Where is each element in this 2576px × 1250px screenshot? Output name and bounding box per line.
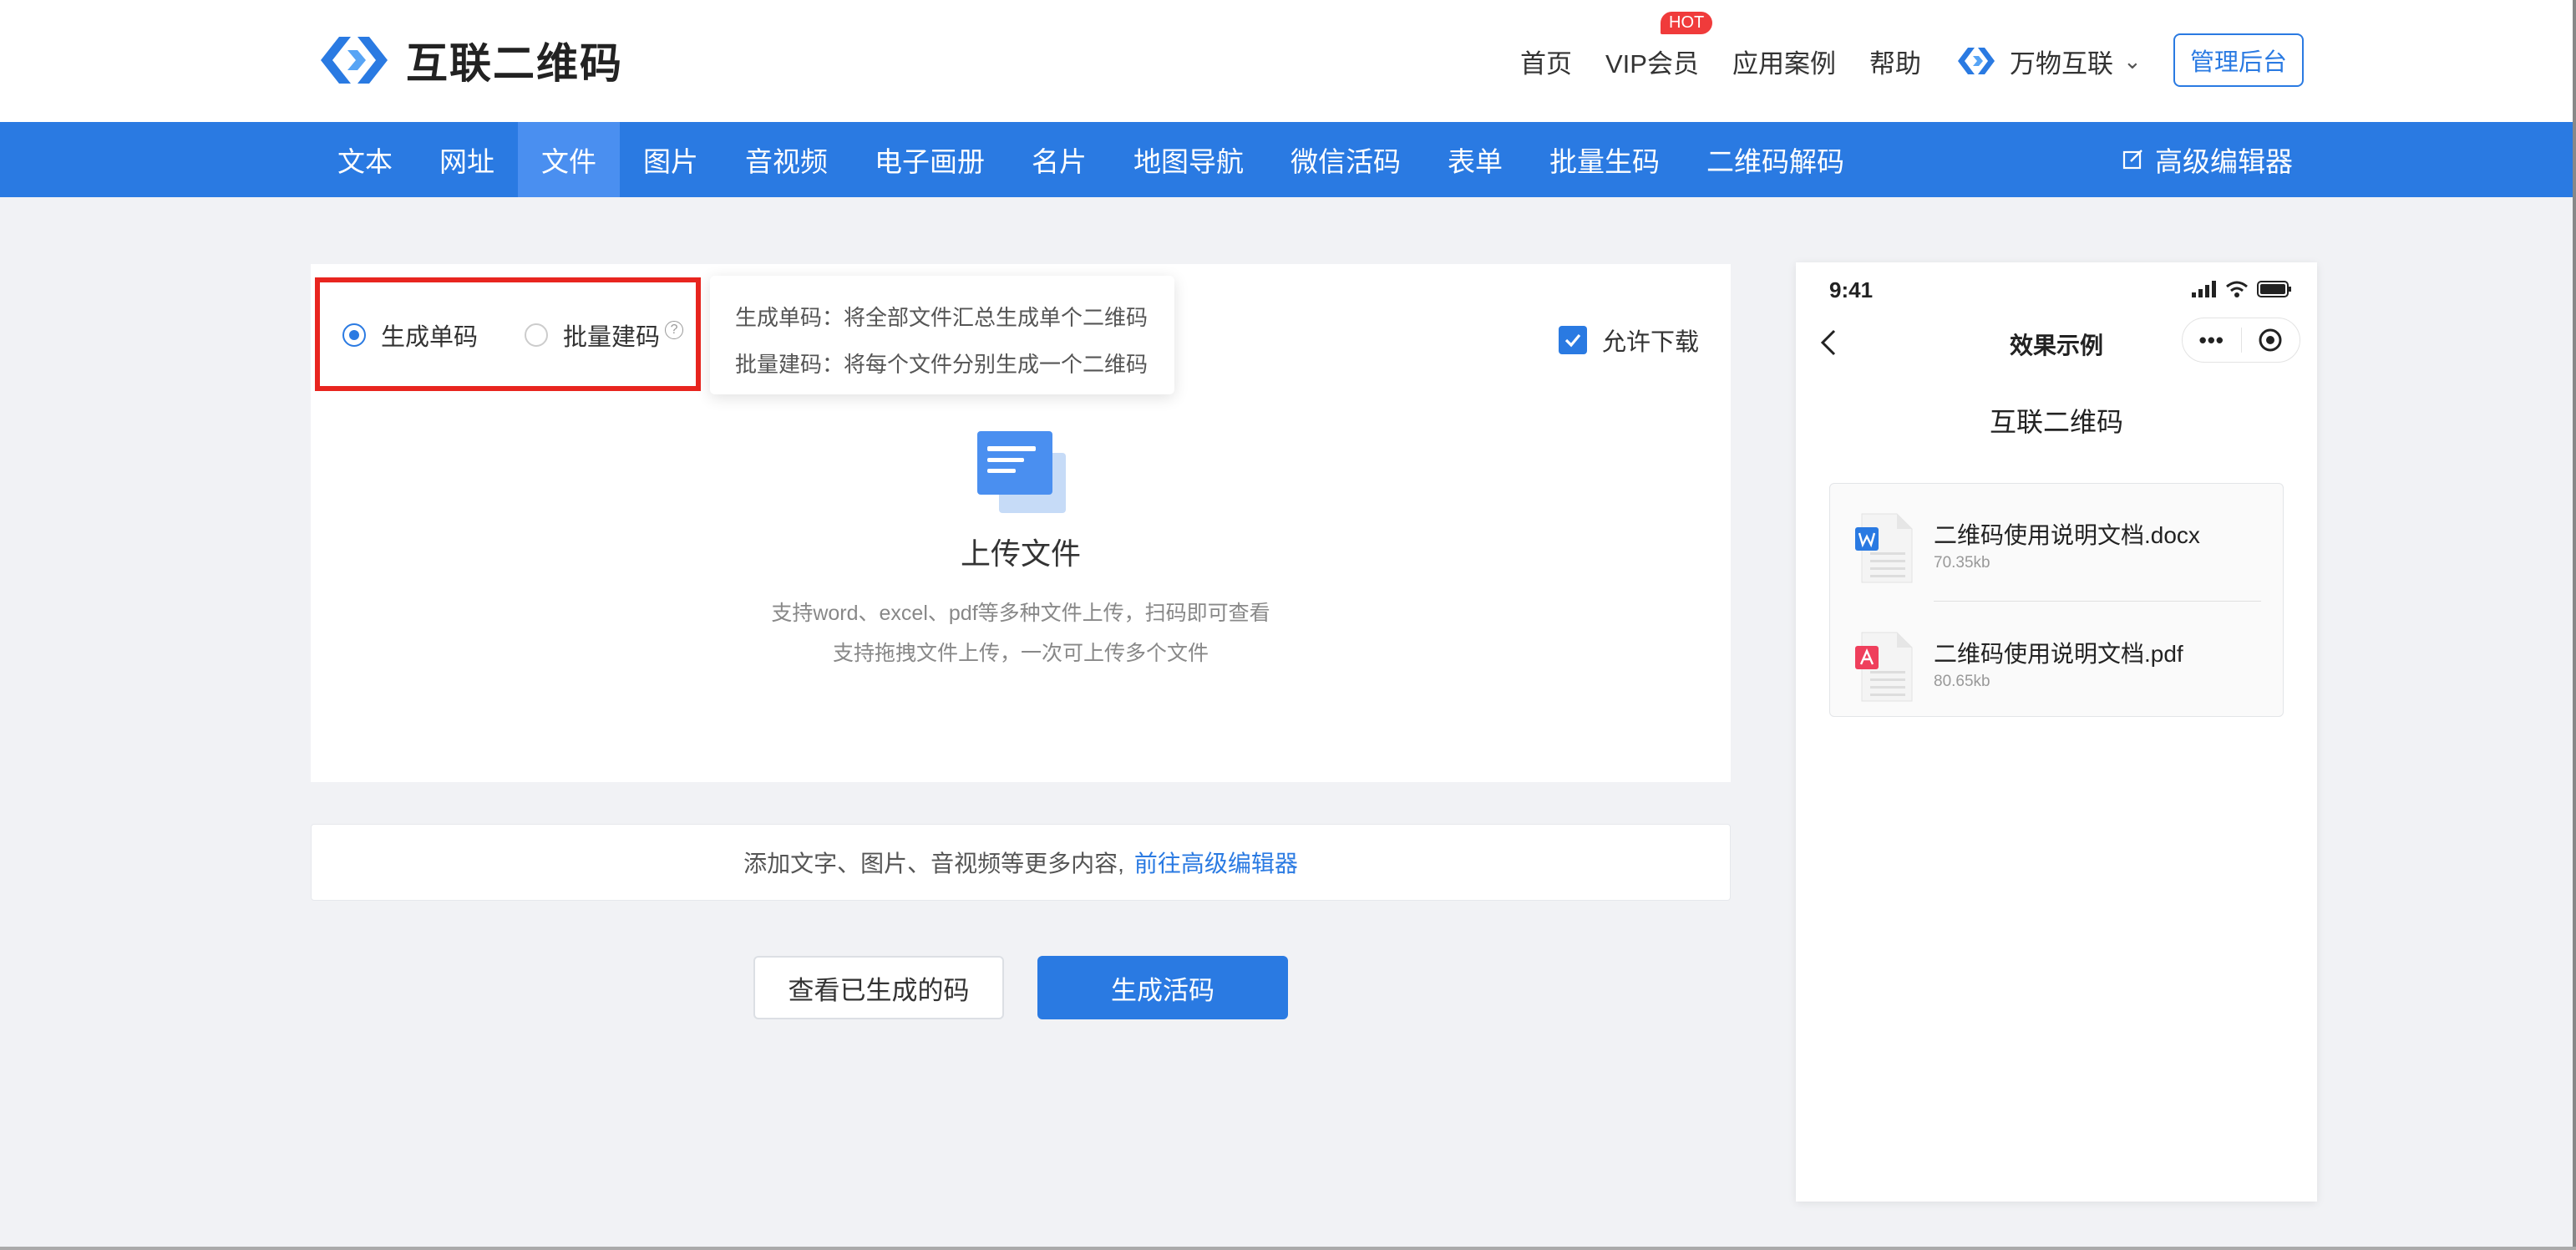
main-nav-tabs: 文本 网址 文件 图片 音视频 电子画册 名片 地图导航 微信活码 表单 批量生… (314, 122, 1868, 197)
check-icon (1564, 333, 1581, 348)
nav-vip[interactable]: VIP会员 (1605, 43, 1699, 80)
phone-header: 效果示例 ••• (1796, 318, 2317, 368)
status-time: 9:41 (1829, 277, 1874, 302)
advanced-editor-label: 高级编辑器 (2155, 146, 2293, 177)
admin-button[interactable]: 管理后台 (2173, 33, 2304, 87)
status-icons (2183, 281, 2292, 297)
file-list: 二维码使用说明文档.docx 70.35kb 二维码使用说明文档.pdf 80.… (1829, 483, 2284, 717)
allow-download-label: 允许下载 (1602, 329, 1700, 356)
file-size: 80.65kb (1934, 673, 1990, 690)
main-nav: 文本 网址 文件 图片 音视频 电子画册 名片 地图导航 微信活码 表单 批量生… (0, 122, 2576, 197)
more-icon[interactable]: ••• (2183, 328, 2241, 353)
nav-cases[interactable]: 应用案例 (1732, 43, 1836, 80)
allow-download-option[interactable]: 允许下载 (1559, 323, 1699, 358)
single-code-label[interactable]: 生成单码 (381, 318, 478, 353)
battery-icon (2257, 281, 2291, 297)
close-miniapp-icon[interactable] (2242, 327, 2300, 353)
mode-radio-group: 生成单码 批量建码 ? (342, 318, 684, 353)
pdf-file-icon (1855, 632, 1913, 702)
word-file-icon (1855, 513, 1913, 583)
file-name: 二维码使用说明文档.docx (1934, 522, 2200, 548)
single-code-radio[interactable] (342, 323, 366, 347)
file-item-docx[interactable]: 二维码使用说明文档.docx 70.35kb (1853, 509, 2271, 601)
tab-wechat-code[interactable]: 微信活码 (1267, 122, 1424, 197)
add-content-text: 添加文字、图片、音视频等更多内容, (743, 851, 1124, 877)
batch-code-radio[interactable] (525, 323, 549, 347)
help-icon[interactable]: ? (665, 321, 684, 339)
tab-form[interactable]: 表单 (1424, 122, 1526, 197)
tab-file[interactable]: 文件 (518, 122, 620, 197)
phone-subtitle: 互联二维码 (1989, 407, 2123, 437)
file-item-pdf[interactable]: 二维码使用说明文档.pdf 80.65kb (1853, 628, 2271, 719)
upload-folder-icon[interactable] (974, 428, 1069, 515)
signal-icon (2192, 281, 2216, 297)
upload-title[interactable]: 上传文件 (854, 530, 1188, 573)
tab-audio-video[interactable]: 音视频 (722, 122, 851, 197)
logo[interactable]: 互联二维码 (314, 27, 623, 94)
hot-badge: HOT (1661, 12, 1713, 34)
brand-switch-label: 万物互联 (2009, 48, 2113, 79)
tab-map-nav[interactable]: 地图导航 (1110, 122, 1267, 197)
tab-image[interactable]: 图片 (620, 122, 722, 197)
wifi-icon (2226, 281, 2248, 297)
window-right-edge (2573, 0, 2576, 1250)
tooltip-line-batch: 批量建码：将每个文件分别生成一个二维码 (735, 352, 1149, 377)
chevron-down-icon: ⌄ (2122, 48, 2142, 74)
tab-decode[interactable]: 二维码解码 (1683, 122, 1868, 197)
brand-logo-icon (1957, 48, 1995, 74)
nav-home[interactable]: 首页 (1520, 43, 1572, 80)
mode-tooltip: 生成单码：将全部文件汇总生成单个二维码 批量建码：将每个文件分别生成一个二维码 (710, 276, 1174, 394)
advanced-editor-link[interactable]: 高级编辑器 (2122, 122, 2293, 197)
tab-batch[interactable]: 批量生码 (1526, 122, 1683, 197)
top-header: 互联二维码 首页 VIP会员 应用案例 帮助 万物互联 ⌄ HOT 管理后台 (0, 0, 2576, 122)
upload-hint-drag: 支持拖拽文件上传，一次可上传多个文件 (832, 642, 1209, 665)
file-size: 70.35kb (1934, 554, 1990, 572)
generate-button[interactable]: 生成活码 (1037, 956, 1288, 1019)
top-nav: 首页 VIP会员 应用案例 帮助 万物互联 ⌄ (1520, 33, 2178, 89)
brand-switch-dropdown[interactable]: 万物互联 ⌄ (1955, 43, 2142, 80)
window-bottom-edge (0, 1247, 2576, 1250)
tab-ebook[interactable]: 电子画册 (851, 122, 1008, 197)
tab-url[interactable]: 网址 (416, 122, 518, 197)
tooltip-line-single: 生成单码：将全部文件汇总生成单个二维码 (735, 305, 1149, 330)
phone-preview: 9:41 效果示例 ••• 互联二维码 二维码使用说明文档.docx 70.35… (1796, 262, 2317, 1202)
tab-text[interactable]: 文本 (314, 122, 416, 197)
batch-code-label[interactable]: 批量建码 (563, 318, 660, 353)
file-name: 二维码使用说明文档.pdf (1934, 641, 2183, 667)
view-generated-button[interactable]: 查看已生成的码 (753, 956, 1004, 1019)
tab-business-card[interactable]: 名片 (1008, 122, 1110, 197)
add-content-bar: 添加文字、图片、音视频等更多内容, 前往高级编辑器 (311, 824, 1731, 901)
edit-icon (2122, 150, 2142, 170)
allow-download-checkbox[interactable] (1559, 326, 1587, 354)
nav-help[interactable]: 帮助 (1869, 43, 1921, 80)
logo-text: 互联二维码 (406, 40, 623, 87)
logo-icon (321, 37, 388, 84)
go-advanced-editor-link[interactable]: 前往高级编辑器 (1134, 846, 1298, 879)
upload-hint-formats: 支持word、excel、pdf等多种文件上传，扫码即可查看 (771, 602, 1270, 625)
miniapp-capsule: ••• (2182, 318, 2300, 363)
file-divider (1934, 601, 2261, 602)
